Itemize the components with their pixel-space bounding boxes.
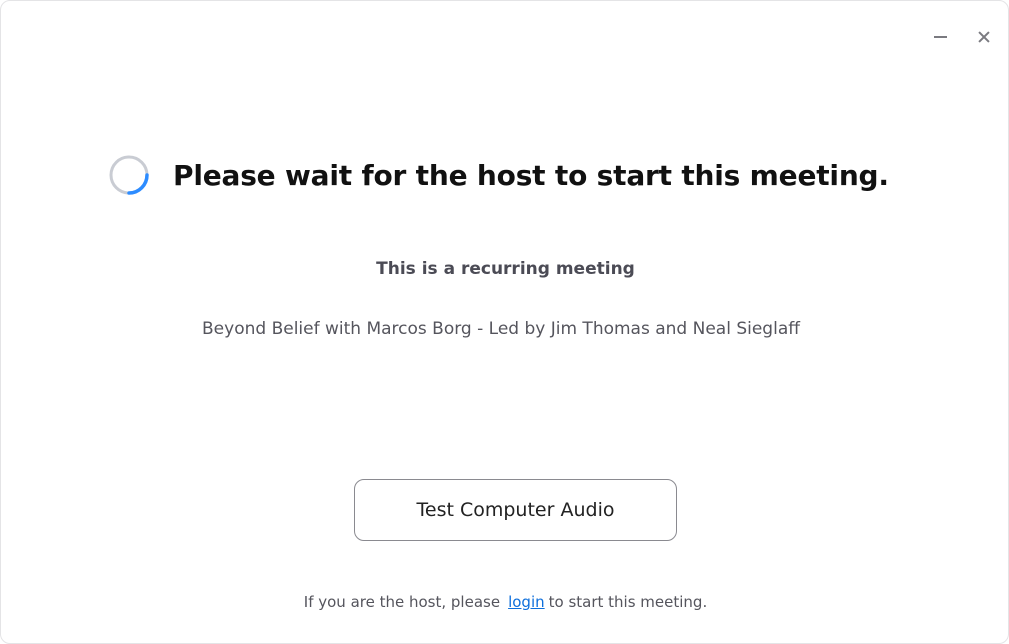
page-title: Please wait for the host to start this m… [173, 158, 889, 192]
recurring-meeting-label: This is a recurring meeting [376, 259, 635, 279]
close-button[interactable] [976, 29, 992, 45]
host-notice-prefix: If you are the host, please [303, 593, 501, 611]
minimize-icon [933, 36, 947, 38]
login-link[interactable]: login [508, 593, 545, 611]
minimize-button[interactable] [932, 29, 948, 45]
waiting-room-window: Please wait for the host to start this m… [0, 0, 1009, 644]
loading-spinner-icon [107, 153, 151, 197]
waiting-headline: Please wait for the host to start this m… [107, 153, 889, 197]
host-notice-suffix: to start this meeting. [548, 593, 708, 611]
close-icon [978, 31, 990, 43]
host-login-notice: If you are the host, please login to start… [1, 593, 1009, 611]
meeting-topic: Beyond Belief with Marcos Borg - Led by … [202, 319, 800, 339]
test-computer-audio-button[interactable]: Test Computer Audio [354, 479, 677, 541]
window-controls [932, 29, 992, 45]
